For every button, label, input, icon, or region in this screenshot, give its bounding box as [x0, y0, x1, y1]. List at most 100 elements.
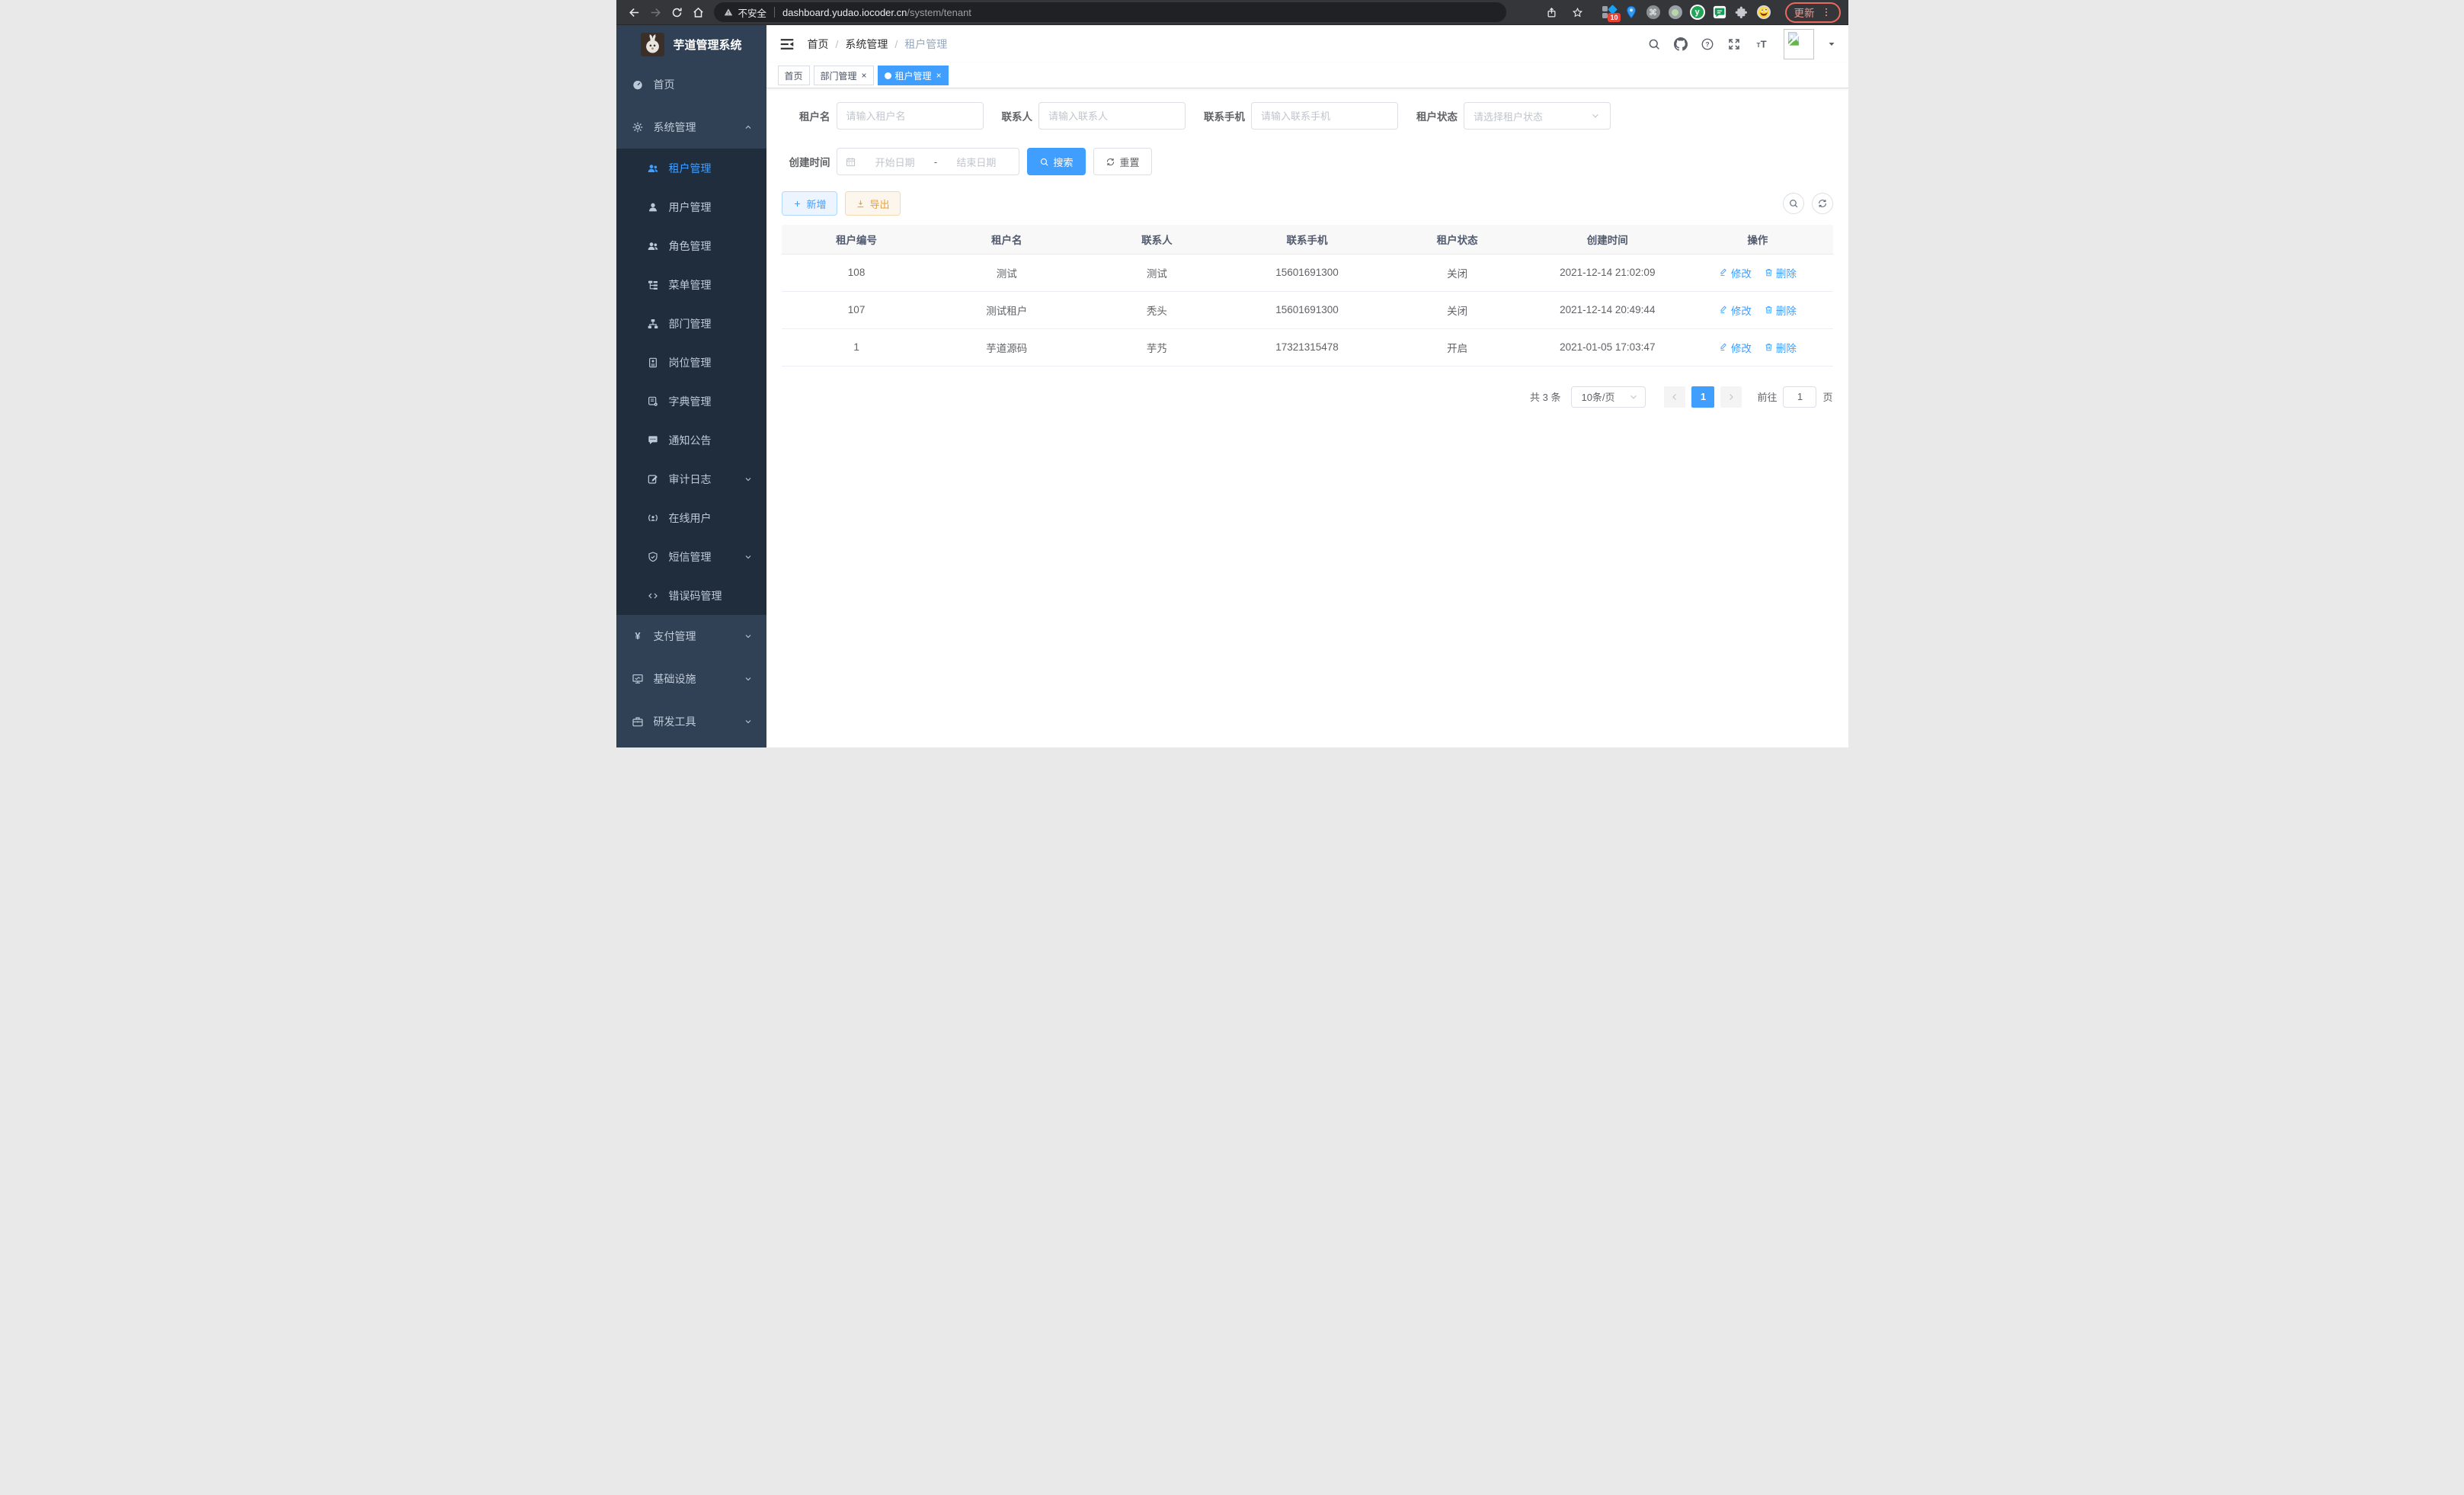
tag-close-icon[interactable]: × [862, 71, 867, 80]
jump-page-input[interactable] [1783, 386, 1816, 408]
delete-link[interactable]: 删除 [1764, 265, 1797, 280]
sidebar-menu-item[interactable]: 部门管理 [616, 304, 766, 343]
sidebar-menu-item[interactable]: 基础设施 [616, 658, 766, 700]
extension-y-icon[interactable]: y [1690, 5, 1705, 20]
sidebar-menu-item[interactable]: 用户管理 [616, 187, 766, 226]
next-page-button[interactable] [1720, 386, 1742, 408]
edit-link[interactable]: 修改 [1719, 340, 1752, 355]
browser-forward-button[interactable] [645, 2, 667, 23]
menu-item-label: 基础设施 [654, 671, 696, 687]
extension-diamond-icon[interactable]: 10 [1602, 5, 1617, 20]
menu-item-label: 租户管理 [669, 161, 712, 176]
sidebar-menu-item[interactable]: 研发工具 [616, 700, 766, 743]
sidebar-menu-item[interactable]: 系统管理 [616, 106, 766, 149]
reset-button[interactable]: 重置 [1093, 148, 1152, 175]
menu-item-label: 字典管理 [669, 394, 712, 409]
header-search-icon[interactable] [1647, 37, 1661, 51]
date-range-picker[interactable]: 开始日期 - 结束日期 [837, 148, 1019, 175]
show-search-button[interactable] [1783, 193, 1804, 214]
extension-command-icon[interactable]: ⌘ [1646, 5, 1661, 20]
address-bar[interactable]: 不安全 dashboard.yudao.iocoder.cn/system/te… [714, 2, 1506, 22]
jump-suffix: 页 [1822, 389, 1832, 404]
sidebar-menu-item[interactable]: 菜单管理 [616, 265, 766, 304]
url-host: dashboard.yudao.iocoder.cn [782, 7, 907, 18]
tenant-name-input[interactable] [846, 110, 974, 122]
avatar[interactable] [1784, 29, 1814, 59]
top-navbar: 首页 / 系统管理 / 租户管理 [766, 25, 1848, 63]
calendar-icon [845, 156, 856, 168]
page-size-select[interactable]: 10条/页 [1571, 386, 1646, 408]
sidebar-toggle-icon[interactable] [779, 36, 795, 53]
cell-created: 2021-12-14 20:49:44 [1532, 291, 1682, 328]
cell-created: 2021-01-05 17:03:47 [1532, 328, 1682, 366]
extension-chat-icon[interactable] [1712, 5, 1727, 20]
bookmark-star-button[interactable] [1568, 2, 1588, 22]
breadcrumb-section[interactable]: 系统管理 [845, 37, 888, 52]
pagination: 共 3 条 10条/页 1 前往 页 [782, 386, 1833, 408]
cell-tenant-id: 108 [782, 254, 932, 291]
menu-item-icon [647, 434, 659, 447]
extension-pin-icon[interactable] [1624, 5, 1639, 20]
current-page-button[interactable]: 1 [1691, 386, 1714, 408]
browser-home-button[interactable] [688, 2, 709, 23]
refresh-icon [1106, 157, 1115, 167]
status-select[interactable]: 请选择租户状态 [1464, 102, 1611, 130]
sidebar-menu-item[interactable]: 角色管理 [616, 226, 766, 265]
sidebar-menu-item[interactable]: 通知公告 [616, 421, 766, 459]
chevron-down-icon [1628, 392, 1639, 402]
export-button[interactable]: 导出 [845, 191, 901, 216]
main-panel: 首页 / 系统管理 / 租户管理 首页 [766, 25, 1848, 748]
sidebar-menu-item[interactable]: 在线用户 [616, 498, 766, 537]
delete-link[interactable]: 删除 [1764, 303, 1797, 318]
browser-update-button[interactable]: 更新 [1785, 2, 1841, 23]
search-button[interactable]: 搜索 [1027, 148, 1086, 175]
help-icon[interactable] [1701, 37, 1714, 51]
extension-square-bottom [1602, 13, 1608, 18]
extension-dot-icon[interactable] [1668, 5, 1683, 20]
edit-link[interactable]: 修改 [1719, 265, 1752, 280]
total-count: 共 3 条 [1530, 389, 1560, 404]
menu-item-label: 错误码管理 [669, 588, 722, 603]
sidebar-menu-item[interactable]: 租户管理 [616, 149, 766, 187]
browser-menu-icon[interactable] [1821, 7, 1832, 18]
date-separator: - [934, 156, 937, 168]
refresh-table-button[interactable] [1812, 193, 1833, 214]
sidebar-menu-item[interactable]: 短信管理 [616, 537, 766, 576]
sidebar-menu-item[interactable]: 错误码管理 [616, 576, 766, 615]
tag-home[interactable]: 首页 [778, 66, 810, 85]
share-button[interactable] [1542, 2, 1562, 22]
sidebar-menu-item[interactable]: 审计日志 [616, 459, 766, 498]
menu-item-icon [647, 551, 659, 563]
fullscreen-icon[interactable] [1727, 37, 1741, 51]
cell-tenant-id: 107 [782, 291, 932, 328]
mobile-input[interactable] [1261, 110, 1388, 122]
delete-link[interactable]: 删除 [1764, 340, 1797, 355]
browser-reload-button[interactable] [667, 2, 688, 23]
tag-tenant-active[interactable]: 租户管理× [878, 66, 949, 85]
github-icon[interactable] [1674, 37, 1688, 51]
active-tag-dot [885, 72, 891, 79]
created-time-label: 创建时间 [782, 154, 830, 169]
menu-item-label: 短信管理 [669, 549, 712, 565]
extension-emoji-icon[interactable] [1756, 5, 1771, 20]
sidebar-menu-item[interactable]: 字典管理 [616, 382, 766, 421]
filter-status: 租户状态 请选择租户状态 [1416, 102, 1611, 130]
not-secure-label: 不安全 [738, 5, 767, 20]
contact-input[interactable] [1048, 110, 1176, 122]
avatar-caret-icon[interactable] [1827, 40, 1836, 49]
browser-back-button[interactable] [624, 2, 645, 23]
edit-pen-icon [1719, 305, 1729, 315]
sidebar-menu-item[interactable]: 岗位管理 [616, 343, 766, 382]
sidebar-menu-item[interactable]: 首页 [616, 63, 766, 106]
edit-pen-icon [1719, 267, 1729, 277]
sidebar-menu-item[interactable]: 支付管理 [616, 615, 766, 658]
add-button[interactable]: 新增 [782, 191, 837, 216]
breadcrumb-home[interactable]: 首页 [808, 37, 829, 52]
font-size-icon[interactable] [1754, 37, 1771, 51]
menu-item-label: 菜单管理 [669, 277, 712, 293]
edit-link[interactable]: 修改 [1719, 303, 1752, 318]
tag-dept[interactable]: 部门管理× [814, 66, 874, 85]
tag-close-icon[interactable]: × [936, 71, 942, 80]
extension-puzzle-icon[interactable] [1734, 5, 1749, 20]
prev-page-button[interactable] [1664, 386, 1685, 408]
